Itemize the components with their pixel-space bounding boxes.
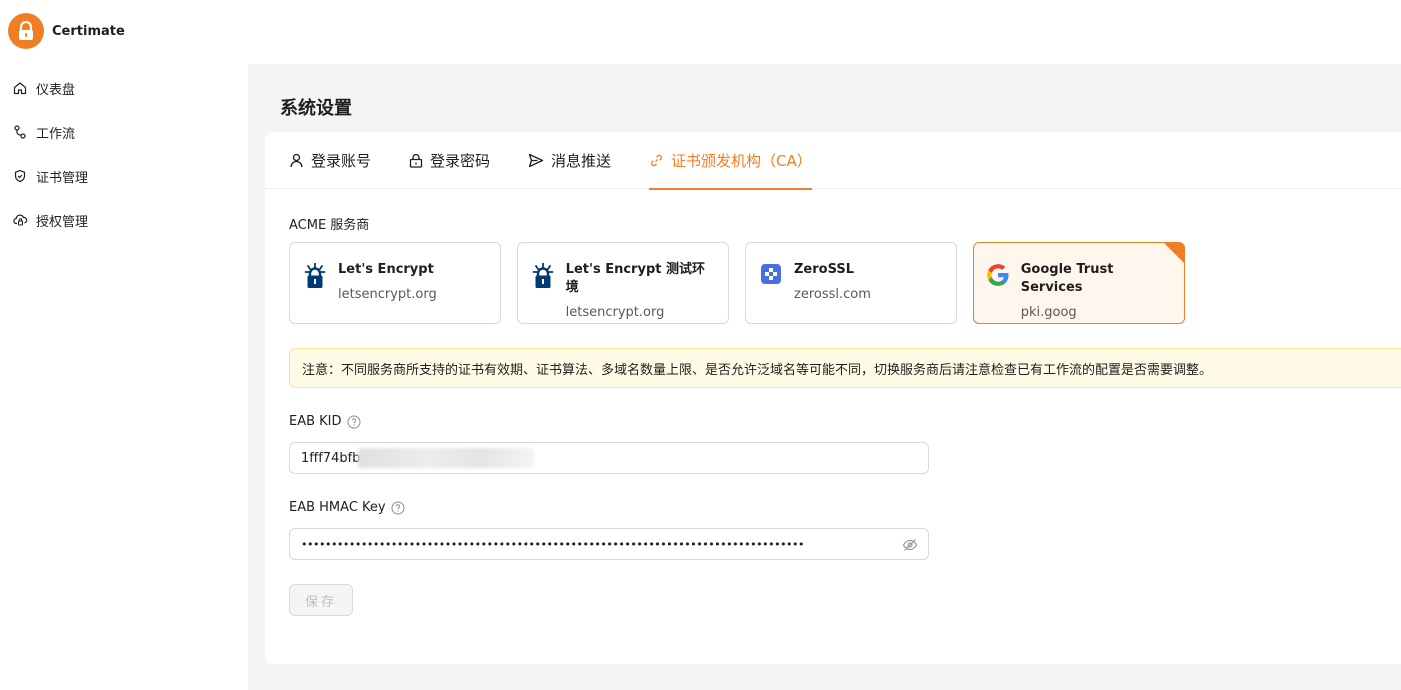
provider-name: Let's Encrypt [338, 262, 434, 277]
sidebar-item-label: 证书管理 [36, 170, 89, 186]
provider-name: Google Trust Services [1020, 262, 1114, 295]
provider-card-zerossl[interactable]: ZeroSSL zerossl.com [745, 242, 957, 324]
tab-notification[interactable]: 消息推送 [528, 132, 611, 189]
app-name: Certimate [52, 23, 125, 39]
provider-card-letsencrypt-staging[interactable]: Let's Encrypt 测试环境 letsencrypt.org [517, 242, 729, 324]
sidebar: Certimate 仪表盘 工作流 证书管理 授权管理 [0, 0, 248, 690]
eab-hmac-value: ••••••••••••••••••••••••••••••••••••••••… [301, 537, 805, 551]
provider-name: Let's Encrypt 测试环境 [565, 262, 705, 295]
workflow-icon [12, 124, 28, 140]
settings-card: 登录账号 登录密码 消息推送 证书颁发机构（CA） ACME 服务商 Let's… [265, 132, 1401, 664]
eab-hmac-label: EAB HMAC Key [289, 500, 405, 515]
sidebar-nav: 仪表盘 工作流 证书管理 授权管理 [0, 66, 248, 242]
tab-label: 消息推送 [551, 152, 612, 170]
letsencrypt-icon [530, 261, 556, 288]
sidebar-item-authorization[interactable]: 授权管理 [0, 198, 248, 242]
sidebar-item-certificates[interactable]: 证书管理 [0, 154, 248, 198]
cloud-lock-icon [12, 212, 28, 228]
user-icon [289, 153, 304, 168]
sidebar-item-workflow[interactable]: 工作流 [0, 110, 248, 154]
redacted-blur [358, 448, 535, 468]
acme-provider-label: ACME 服务商 [289, 218, 370, 233]
provider-domain: zerossl.com [794, 287, 871, 302]
eab-kid-input[interactable]: 1fff74bfb [289, 442, 929, 474]
tab-label: 登录密码 [430, 152, 491, 170]
eab-kid-label: EAB KID [289, 414, 361, 429]
google-icon [986, 261, 1011, 287]
brand[interactable]: Certimate [8, 13, 125, 49]
provider-name: ZeroSSL [794, 262, 855, 277]
provider-domain: pki.goog [1020, 305, 1077, 320]
eye-off-icon[interactable] [902, 537, 918, 557]
provider-card-letsencrypt[interactable]: Let's Encrypt letsencrypt.org [289, 242, 501, 324]
tab-account[interactable]: 登录账号 [289, 132, 371, 189]
tab-label: 证书颁发机构（CA） [671, 152, 812, 170]
link-icon [649, 153, 664, 168]
shield-check-icon [12, 168, 28, 184]
home-icon [12, 80, 28, 96]
field-label-text: EAB HMAC Key [289, 500, 386, 515]
provider-switch-notice: 注意：不同服务商所支持的证书有效期、证书算法、多域名数量上限、是否允许泛域名等可… [289, 348, 1401, 388]
lock-icon [409, 153, 423, 168]
sidebar-item-dashboard[interactable]: 仪表盘 [0, 66, 248, 110]
tab-label: 登录账号 [311, 152, 372, 170]
sidebar-item-label: 授权管理 [36, 214, 89, 230]
zerossl-icon [758, 261, 784, 287]
acme-provider-list: Let's Encrypt letsencrypt.org Let's Encr… [289, 242, 1185, 324]
provider-domain: letsencrypt.org [338, 287, 437, 302]
tab-ca[interactable]: 证书颁发机构（CA） [649, 132, 812, 190]
lock-icon [8, 13, 44, 49]
eab-hmac-input[interactable]: ••••••••••••••••••••••••••••••••••••••••… [289, 528, 929, 560]
page-title: 系统设置 [280, 98, 352, 119]
question-circle-icon[interactable] [391, 501, 405, 515]
send-icon [528, 153, 544, 168]
letsencrypt-icon [302, 261, 328, 288]
tab-password[interactable]: 登录密码 [409, 132, 490, 189]
notice-text: 注意：不同服务商所支持的证书有效期、证书算法、多域名数量上限、是否允许泛域名等可… [302, 362, 1213, 378]
eab-kid-value: 1fff74bfb [301, 450, 361, 466]
provider-card-google-trust-services[interactable]: Google Trust Services pki.goog [973, 242, 1185, 324]
sidebar-item-label: 仪表盘 [36, 82, 76, 98]
main-content: 系统设置 登录账号 登录密码 消息推送 证书颁发机构（CA） ACME 服务商 [248, 64, 1401, 690]
save-button[interactable]: 保存 [289, 584, 353, 616]
question-circle-icon[interactable] [347, 415, 361, 429]
sidebar-item-label: 工作流 [36, 126, 76, 142]
field-label-text: EAB KID [289, 414, 342, 429]
provider-domain: letsencrypt.org [565, 305, 665, 320]
settings-tabs: 登录账号 登录密码 消息推送 证书颁发机构（CA） [265, 132, 1401, 190]
